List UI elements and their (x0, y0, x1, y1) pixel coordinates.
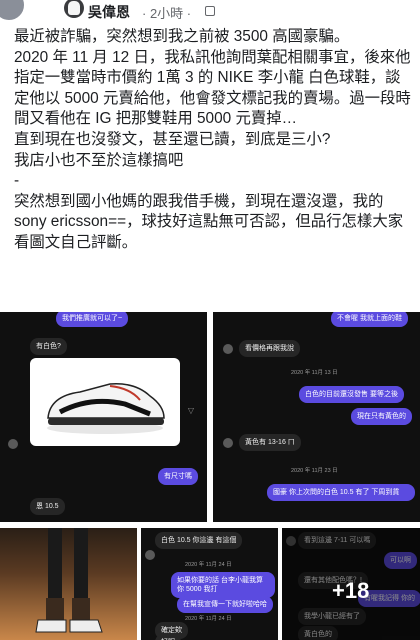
chat-bubble-outgoing: 不會喔 我就上面的鞋 (331, 312, 408, 327)
chat-bubble-incoming: 有白色? (30, 338, 67, 355)
post-paragraph: 最近被詐騙，突然想到我之前被 3500 高國豪騙。 (14, 28, 350, 45)
profile-avatar[interactable] (0, 0, 26, 22)
contact-avatar (8, 439, 18, 449)
contact-avatar (145, 550, 155, 560)
post-paragraph: 突然想到國小他媽的跟我借手機，到現在還沒還，我的 sony ericsson==… (14, 192, 404, 251)
chat-bubble-incoming: 恩 10.5 (30, 498, 65, 515)
author-avatar[interactable] (64, 0, 84, 18)
photo-grid: 我們推廣就可以了~ 有白色? ▽ 有尺寸嗎 恩 10.5 不會喔 我就上面的鞋 … (0, 312, 420, 640)
chat-date: 2020 年 11月 24 日 (185, 616, 232, 622)
post-paragraph: 2020 年 11 月 12 日，我私訊他詢問葉配相關事宜，後來他指定一雙當時市… (14, 48, 411, 128)
product-image-card[interactable] (30, 358, 180, 446)
court-photo[interactable] (0, 528, 137, 640)
chat-bubble-outgoing: 如果你要的話 台李小龍我算你 5000 我打 (171, 572, 275, 598)
hand-icon (68, 1, 80, 15)
chat-bubble-incoming: 白色 10.5 你這邊 有這個 (155, 532, 243, 549)
chat-bubble-incoming: 黃色有 13-16 ㄇ (239, 434, 301, 451)
contact-avatar (223, 438, 233, 448)
chat-date: 2020 年 11月 24 日 (185, 562, 232, 568)
post-paragraph: 直到現在也沒發文，甚至還已讀，到底是三小? (14, 130, 331, 148)
chat-bubble-outgoing: 在幫我宣傳一下就好啦哈哈 (177, 596, 273, 613)
sneaker-image (47, 383, 165, 434)
chat-screenshot-4[interactable]: 看到這邊 7-11 可以嗎 可以啊 還有其他配色嗎？! 有喔我記得 你的 我學小… (282, 528, 420, 640)
more-photos-overlay[interactable]: +18 (282, 528, 420, 640)
contact-avatar (223, 344, 233, 354)
chat-bubble-outgoing: 國豪 你上次問的白色 10.5 有了 下周到貨 (267, 484, 415, 501)
post-paragraph: 我店小也不至於這樣搞吧 (14, 151, 184, 169)
chat-bubble-incoming: 看價格再跟我說 (239, 340, 300, 357)
chat-bubble-incoming: 好啊 (155, 634, 181, 640)
more-photos-count: +18 (332, 578, 370, 603)
chat-screenshot-3[interactable]: 白色 10.5 你這邊 有這個 2020 年 11月 24 日 如果你要的話 台… (141, 528, 278, 640)
post-text: 最近被詐騙，突然想到我之前被 3500 高國豪騙。 2020 年 11 月 12… (14, 27, 414, 254)
privacy-icon (205, 6, 215, 16)
chat-screenshot-2[interactable]: 不會喔 我就上面的鞋 看價格再跟我說 2020 年 11月 13 日 白色的目前… (213, 312, 420, 522)
player-legs-image (35, 528, 103, 633)
chat-screenshot-1[interactable]: 我們推廣就可以了~ 有白色? ▽ 有尺寸嗎 恩 10.5 (0, 312, 207, 522)
post-header: 吳偉恩 · 2小時 · (0, 0, 420, 24)
chat-bubble-outgoing: 現在只有黃色的 (351, 408, 412, 425)
chat-date: 2020 年 11月 23 日 (291, 468, 338, 474)
chat-bubble-outgoing: 我們推廣就可以了~ (56, 312, 129, 327)
author-name[interactable]: 吳偉恩 (88, 2, 130, 22)
post-paragraph: - (14, 172, 20, 190)
chat-date: 2020 年 11月 13 日 (291, 370, 338, 376)
chat-bubble-outgoing: 白色的目前還沒發售 要等之後 (299, 386, 404, 403)
chat-bubble-outgoing: 有尺寸嗎 (158, 468, 198, 485)
post-timestamp[interactable]: · 2小時 · (142, 3, 191, 22)
share-icon[interactable]: ▽ (186, 406, 196, 416)
